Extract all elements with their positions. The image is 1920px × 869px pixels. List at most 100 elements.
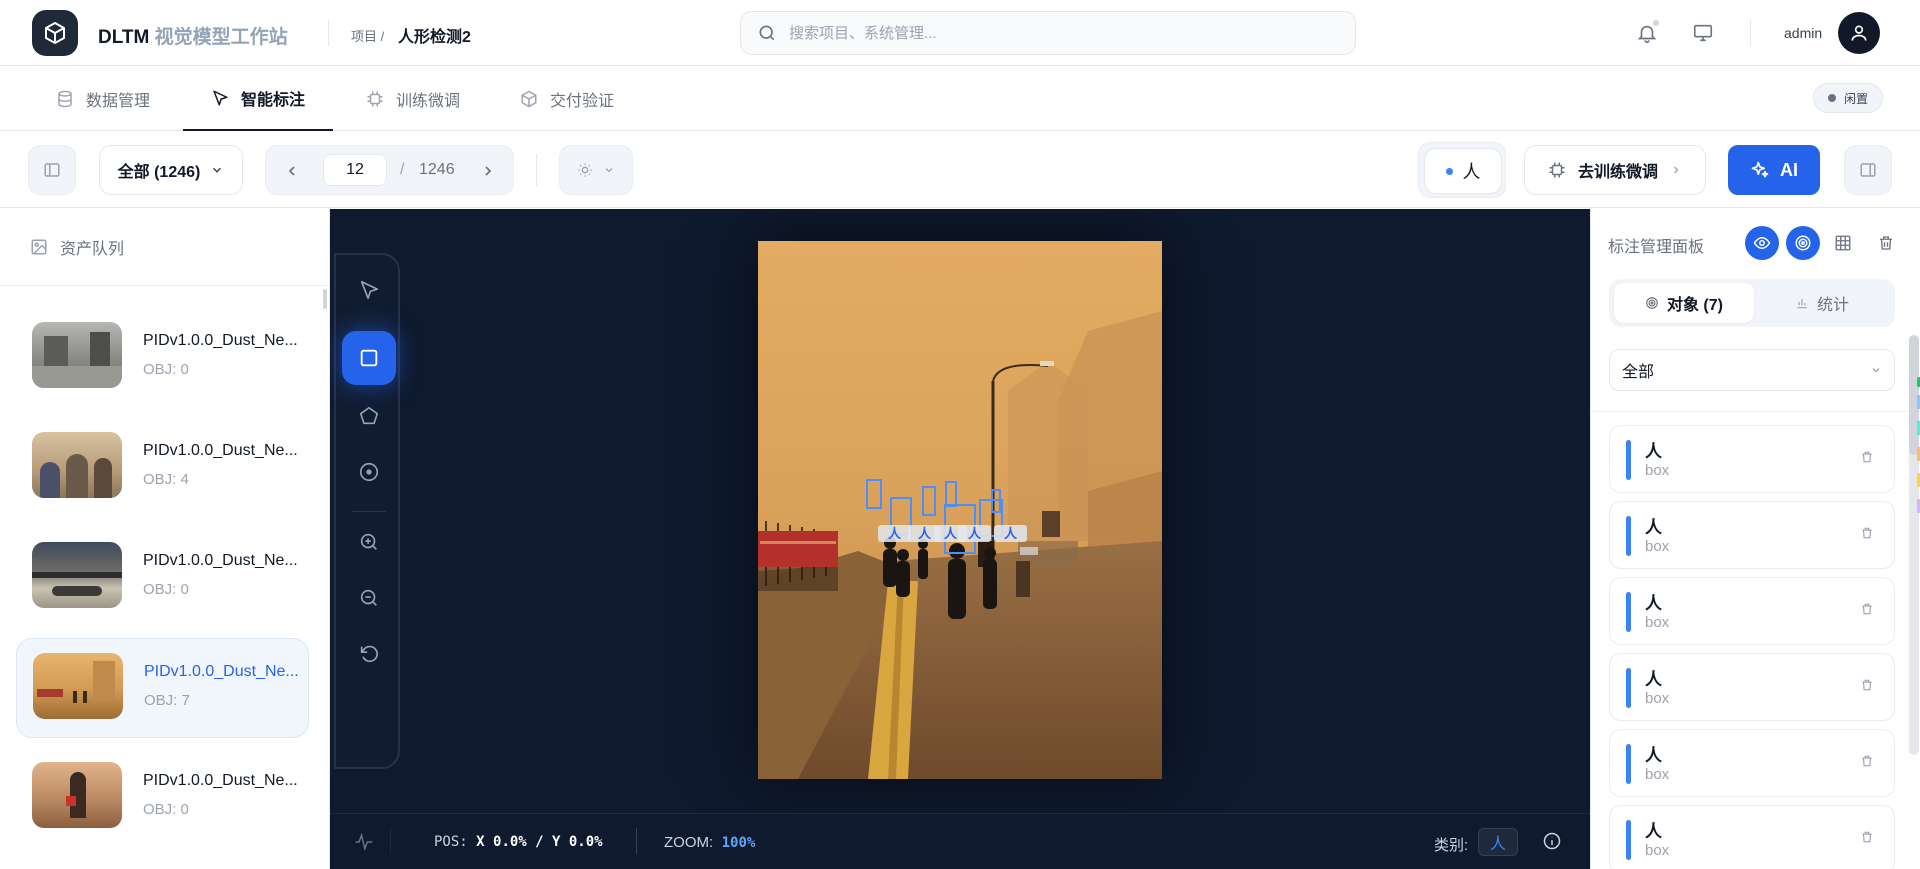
tab-objects[interactable]: 对象 (7) — [1614, 283, 1754, 323]
trash-icon[interactable] — [1860, 602, 1874, 616]
pos-value: X 0.0% / Y 0.0% — [476, 834, 603, 850]
asset-name: PIDv1.0.0_Dust_Ne... — [143, 772, 298, 789]
object-type: box — [1645, 538, 1670, 555]
current-class-chip[interactable]: 人 — [1478, 828, 1518, 856]
asset-item[interactable]: PIDv1.0.0_Dust_Ne... OBJ: 4 — [16, 418, 309, 518]
bbox-label: 人 — [878, 525, 912, 542]
object-class: 人 — [1645, 594, 1662, 613]
bbox-annotation[interactable] — [991, 489, 1001, 513]
pointer-icon — [360, 280, 379, 300]
asset-name: PIDv1.0.0_Dust_Ne... — [144, 663, 299, 680]
go-train-button[interactable]: 去训练微调 — [1524, 145, 1706, 195]
tab-training[interactable]: 训练微调 — [338, 67, 488, 131]
object-filter-select[interactable]: 全部 — [1609, 349, 1895, 391]
notification-button[interactable] — [1631, 17, 1663, 49]
tab-smart-annotation[interactable]: 智能标注 — [183, 67, 334, 131]
asset-obj-count: OBJ: 4 — [143, 471, 189, 488]
zoom-out-button[interactable] — [342, 571, 396, 625]
sparkles-icon — [1751, 161, 1769, 178]
asset-item[interactable]: PIDv1.0.0_Dust_Ne... OBJ: 0 — [16, 748, 309, 848]
zoom-in-button[interactable] — [342, 515, 396, 569]
point-tool[interactable] — [342, 445, 396, 499]
active-class-chip[interactable]: 人 — [1424, 148, 1502, 194]
annotation-toolbar: 全部 (1246) / 1246 人 去训练微调 AI — [0, 132, 1920, 208]
asset-item[interactable]: PIDv1.0.0_Dust_Ne... OBJ: 0 — [16, 308, 309, 408]
asset-queue-header: 资产队列 — [0, 209, 329, 286]
avatar[interactable] — [1838, 12, 1880, 54]
tab-data-management[interactable]: 数据管理 — [28, 67, 178, 131]
drawing-toolbar — [334, 253, 400, 769]
annotation-canvas[interactable]: 人 人 人 人 人 — [330, 209, 1590, 813]
app-logo[interactable] — [32, 10, 78, 56]
object-card[interactable]: 人 box — [1609, 577, 1895, 645]
zoom-value: 100% — [721, 835, 756, 851]
display-button[interactable] — [1687, 17, 1719, 49]
asset-obj-count: OBJ: 7 — [144, 692, 190, 709]
trash-icon[interactable] — [1860, 678, 1874, 692]
chevron-down-icon — [213, 167, 222, 173]
object-card[interactable]: 人 box — [1609, 653, 1895, 721]
cube-icon — [521, 90, 537, 108]
bbox-annotation[interactable] — [922, 486, 936, 516]
target-icon — [1646, 297, 1658, 309]
trash-icon[interactable] — [1877, 234, 1895, 252]
rectangle-tool[interactable] — [342, 331, 396, 385]
trash-icon[interactable] — [1860, 830, 1874, 844]
brightness-dropdown[interactable] — [559, 145, 633, 195]
breadcrumb-prefix[interactable]: 项目 / — [351, 26, 384, 45]
trash-icon[interactable] — [1860, 526, 1874, 540]
object-type: box — [1645, 766, 1670, 783]
asset-item-selected[interactable]: PIDv1.0.0_Dust_Ne... OBJ: 7 — [16, 638, 309, 738]
cube-logo-icon — [45, 22, 65, 44]
toggle-left-sidebar-button[interactable] — [28, 145, 76, 195]
asset-queue: 资产队列 PIDv1.0.0_Dust_Ne... OBJ: 0 PIDv1.0… — [0, 209, 330, 869]
annotated-image[interactable]: 人 人 人 人 人 — [758, 241, 1162, 779]
chevron-right-icon — [1674, 166, 1679, 174]
queue-scrollbar[interactable] — [323, 289, 327, 309]
trash-icon[interactable] — [1860, 754, 1874, 768]
reset-view-button[interactable] — [342, 627, 396, 681]
eye-icon — [1753, 236, 1771, 250]
user-name[interactable]: admin — [1784, 25, 1822, 41]
trash-icon[interactable] — [1860, 450, 1874, 464]
next-page-button[interactable] — [476, 159, 500, 183]
global-search[interactable] — [740, 11, 1356, 55]
bbox-label: 人 — [994, 525, 1028, 542]
object-card[interactable]: 人 box — [1609, 501, 1895, 569]
object-card[interactable]: 人 box — [1609, 425, 1895, 493]
polygon-tool[interactable] — [342, 389, 396, 443]
page-number-input[interactable] — [323, 154, 387, 186]
page-separator: / — [400, 161, 405, 178]
ai-assist-button[interactable]: AI — [1728, 145, 1820, 195]
panel-segmented-control: 对象 (7) 统计 — [1609, 279, 1895, 327]
asset-thumbnail — [32, 762, 122, 828]
select-tool[interactable] — [342, 263, 396, 317]
module-tabs: 数据管理 智能标注 训练微调 交付验证 闲置 — [0, 67, 1920, 131]
square-icon — [360, 349, 378, 367]
toggle-focus-button[interactable] — [1786, 226, 1820, 260]
filter-label: 全部 (1246) — [117, 164, 201, 181]
object-card[interactable]: 人 box — [1609, 805, 1895, 869]
class-color-bar — [1626, 820, 1631, 860]
tab-statistics[interactable]: 统计 — [1754, 283, 1890, 323]
status-text: 闲置 — [1844, 91, 1869, 106]
asset-item[interactable]: PIDv1.0.0_Dust_Ne... OBJ: 0 — [16, 528, 309, 628]
rotate-ccw-icon — [360, 645, 378, 663]
bbox-annotation[interactable] — [866, 479, 882, 509]
object-card[interactable]: 人 box — [1609, 729, 1895, 797]
tab-delivery[interactable]: 交付验证 — [492, 67, 642, 131]
info-icon[interactable] — [1542, 831, 1562, 851]
grid-icon[interactable] — [1834, 234, 1852, 252]
asset-name: PIDv1.0.0_Dust_Ne... — [143, 332, 298, 349]
toggle-right-panel-button[interactable] — [1844, 145, 1892, 195]
zoom-label: ZOOM: — [664, 834, 714, 851]
active-class-label: 人 — [1462, 162, 1481, 182]
filter-dropdown[interactable]: 全部 (1246) — [99, 145, 243, 195]
bar-chart-icon — [1797, 298, 1807, 309]
asset-thumbnail — [32, 322, 122, 388]
image-icon — [31, 239, 47, 255]
search-input[interactable] — [789, 24, 1309, 42]
prev-page-button[interactable] — [280, 159, 304, 183]
toggle-visibility-button[interactable] — [1745, 226, 1779, 260]
class-color-bar — [1626, 668, 1631, 708]
